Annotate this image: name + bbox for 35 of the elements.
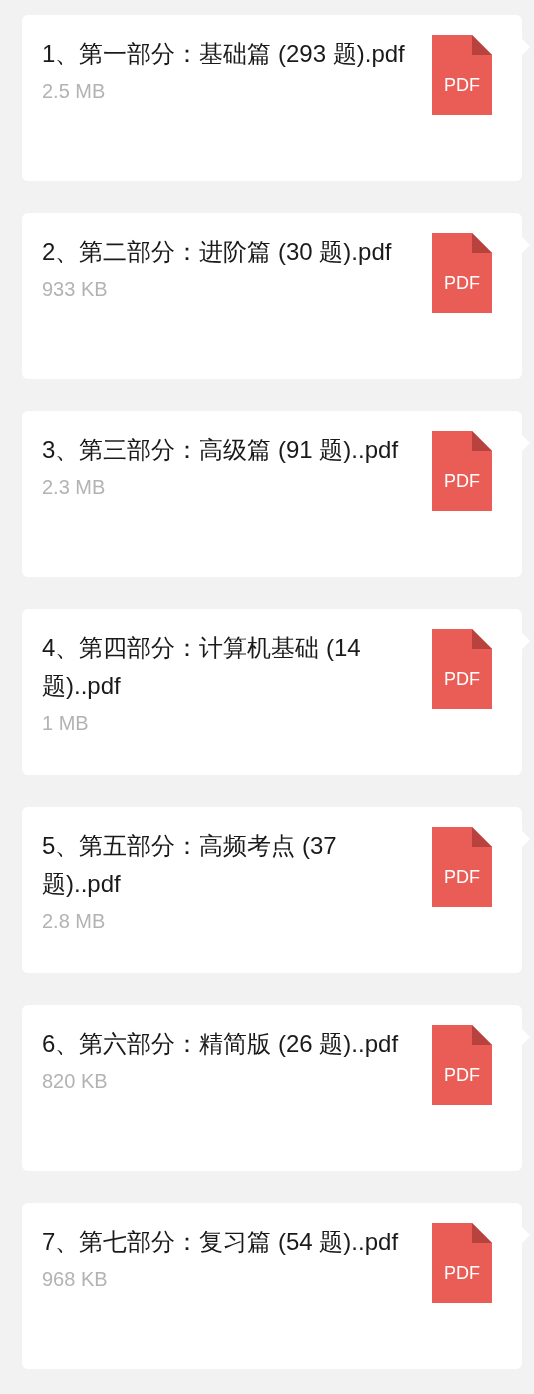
- file-size: 2.8 MB: [42, 909, 107, 934]
- file-message-card[interactable]: 2、第二部分：进阶篇 (30 题).pdf 933 KB PDF: [22, 213, 522, 379]
- file-name: 1、第一部分：基础篇 (293 题).pdf: [42, 39, 406, 69]
- pdf-file-icon: [432, 35, 492, 115]
- file-size: 820 KB: [42, 1069, 109, 1094]
- file-size: 933 KB: [42, 277, 109, 302]
- file-type-label: PDF: [443, 75, 481, 95]
- file-name: 4、第四部分：计算机基础 (14 题)..pdf: [42, 633, 362, 701]
- pdf-file-icon: [432, 827, 492, 907]
- file-name: 3、第三部分：高级篇 (91 题)..pdf: [42, 435, 400, 465]
- file-type-label: PDF: [443, 1263, 481, 1283]
- file-message-card[interactable]: 4、第四部分：计算机基础 (14 题)..pdf 1 MB PDF: [22, 609, 522, 775]
- file-name: 5、第五部分：高频考点 (37 题)..pdf: [42, 831, 338, 899]
- pdf-file-icon: [432, 1223, 492, 1303]
- file-size: 2.5 MB: [42, 79, 107, 104]
- file-type-label: PDF: [443, 669, 481, 689]
- file-size: 2.3 MB: [42, 475, 107, 500]
- file-message-card[interactable]: 6、第六部分：精简版 (26 题)..pdf 820 KB PDF: [22, 1005, 522, 1171]
- file-name: 2、第二部分：进阶篇 (30 题).pdf: [42, 237, 393, 267]
- file-type-label: PDF: [443, 1065, 481, 1085]
- file-type-label: PDF: [443, 273, 481, 293]
- file-type-label: PDF: [443, 471, 481, 491]
- file-name: 6、第六部分：精简版 (26 题)..pdf: [42, 1029, 400, 1059]
- pdf-file-icon: [432, 1025, 492, 1105]
- file-type-label: PDF: [443, 867, 481, 887]
- file-message-card[interactable]: 1、第一部分：基础篇 (293 题).pdf 2.5 MB PDF: [22, 15, 522, 181]
- pdf-file-icon: [432, 629, 492, 709]
- file-message-card[interactable]: 7、第七部分：复习篇 (54 题)..pdf 968 KB PDF: [22, 1203, 522, 1369]
- pdf-file-icon: [432, 233, 492, 313]
- file-name: 7、第七部分：复习篇 (54 题)..pdf: [42, 1227, 400, 1257]
- pdf-file-icon: [432, 431, 492, 511]
- file-message-card[interactable]: 5、第五部分：高频考点 (37 题)..pdf 2.8 MB PDF: [22, 807, 522, 973]
- file-size: 968 KB: [42, 1267, 109, 1292]
- file-message-card[interactable]: 3、第三部分：高级篇 (91 题)..pdf 2.3 MB PDF: [22, 411, 522, 577]
- file-size: 1 MB: [42, 711, 90, 736]
